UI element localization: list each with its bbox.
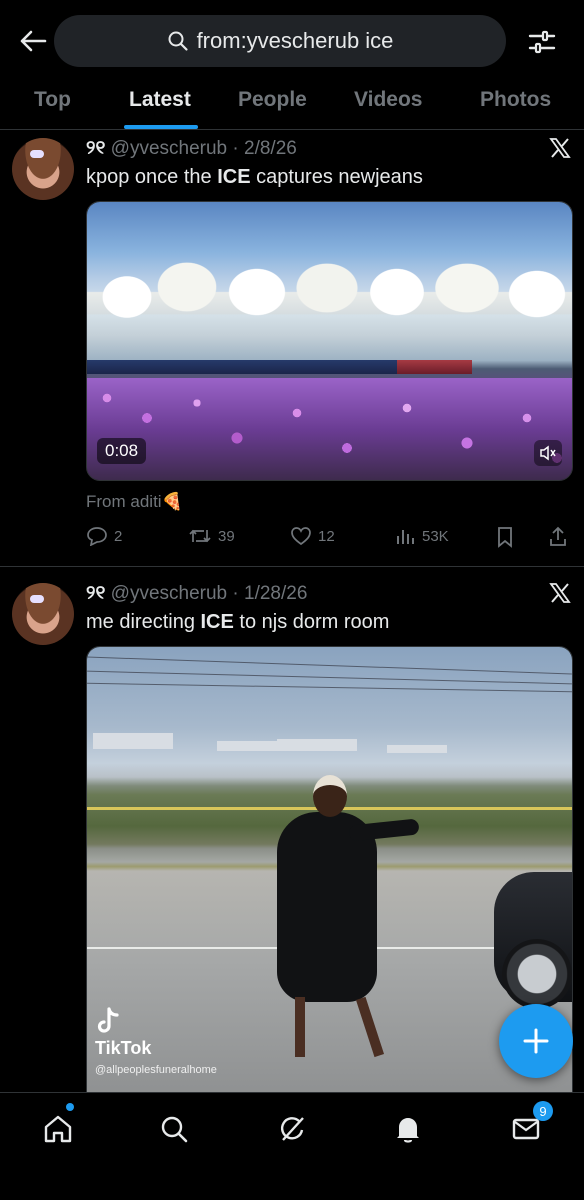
tab-people[interactable]: People bbox=[238, 88, 307, 112]
search-icon bbox=[161, 1116, 188, 1143]
media-attribution[interactable]: From aditi🍕 bbox=[86, 492, 183, 512]
tweet-divider bbox=[0, 566, 584, 567]
tweet-header: ୨୧ @yvescherub · 2/8/26 bbox=[86, 138, 297, 160]
tweet-text-highlight: ICE bbox=[217, 166, 251, 188]
tab-top[interactable]: Top bbox=[34, 88, 71, 112]
plus-icon bbox=[523, 1028, 549, 1054]
tiktok-brand: TikTok bbox=[95, 1037, 152, 1058]
handle[interactable]: @yvescherub bbox=[111, 583, 227, 604]
reply-button[interactable]: 2 bbox=[86, 526, 122, 546]
avatar[interactable] bbox=[12, 138, 74, 200]
like-count: 12 bbox=[318, 527, 335, 545]
repost-count: 39 bbox=[218, 527, 235, 545]
tab-latest[interactable]: Latest bbox=[129, 88, 191, 112]
view-count: 53K bbox=[422, 527, 449, 545]
share-icon bbox=[550, 526, 566, 546]
active-tab-indicator bbox=[124, 125, 198, 129]
arrow-left-icon bbox=[20, 30, 47, 52]
tweet-text: kpop once the ICE captures newjeans bbox=[86, 166, 423, 189]
nav-home[interactable] bbox=[40, 1111, 76, 1147]
nav-grok[interactable] bbox=[274, 1111, 310, 1147]
top-bar: from:yvescherub ice bbox=[0, 0, 584, 84]
reply-count: 2 bbox=[114, 527, 123, 545]
bookmark-icon bbox=[498, 527, 512, 548]
bottom-nav: 9 bbox=[0, 1092, 584, 1200]
views-chart-icon bbox=[397, 530, 414, 544]
notifications-icon bbox=[397, 1118, 419, 1143]
mute-button[interactable] bbox=[534, 440, 562, 466]
heart-icon bbox=[291, 527, 311, 546]
separator-dot: · bbox=[232, 583, 239, 604]
tweet[interactable]: ୨୧ @yvescherub · 1/28/26 me directing IC… bbox=[0, 575, 584, 1096]
sliders-icon bbox=[528, 30, 556, 54]
tweet[interactable]: ୨୧ @yvescherub · 2/8/26 kpop once the IC… bbox=[0, 130, 584, 566]
grok-icon bbox=[280, 1117, 304, 1141]
x-logo-icon bbox=[549, 583, 571, 603]
tiktok-handle: @allpeoplesfuneralhome bbox=[95, 1063, 217, 1076]
tweet-video[interactable]: 0:08 bbox=[86, 201, 573, 481]
repost-icon bbox=[189, 529, 211, 543]
tweet-header: ୨୧ @yvescherub · 1/28/26 bbox=[86, 583, 307, 605]
share-button[interactable] bbox=[548, 526, 568, 548]
tweet-text-part: captures newjeans bbox=[250, 166, 423, 188]
search-query: from:yvescherub ice bbox=[196, 28, 394, 53]
search-icon bbox=[168, 31, 188, 51]
tweet-text-part: to njs dorm room bbox=[233, 611, 390, 633]
repost-button[interactable]: 39 bbox=[188, 526, 235, 546]
messages-icon bbox=[512, 1118, 540, 1140]
x-logo-icon bbox=[549, 138, 571, 158]
home-unread-dot bbox=[66, 1103, 74, 1111]
bookmark-button[interactable] bbox=[496, 526, 514, 548]
messages-badge: 9 bbox=[533, 1101, 553, 1121]
back-button[interactable] bbox=[16, 24, 50, 58]
reply-icon bbox=[87, 527, 107, 546]
nav-search[interactable] bbox=[156, 1111, 192, 1147]
search-input[interactable]: from:yvescherub ice bbox=[54, 15, 506, 67]
handle[interactable]: @yvescherub bbox=[111, 138, 227, 159]
tweet-date[interactable]: 2/8/26 bbox=[244, 138, 297, 159]
tiktok-watermark: TikTok @allpeoplesfuneralhome bbox=[95, 1007, 217, 1077]
tweet-text-part: me directing bbox=[86, 611, 201, 633]
search-tabs: Top Latest People Videos Photos bbox=[0, 84, 584, 130]
home-icon bbox=[44, 1115, 72, 1143]
tweet-text-highlight: ICE bbox=[200, 611, 234, 633]
tab-photos[interactable]: Photos bbox=[480, 88, 551, 112]
display-name[interactable]: ୨୧ bbox=[86, 138, 105, 159]
views-button[interactable]: 53K bbox=[394, 526, 449, 546]
separator-dot: · bbox=[232, 138, 239, 159]
tweet-actions: 2 39 12 53K bbox=[86, 526, 574, 552]
nav-notifications[interactable] bbox=[390, 1111, 426, 1147]
video-frame bbox=[87, 202, 572, 480]
tweet-text: me directing ICE to njs dorm room bbox=[86, 611, 389, 634]
avatar[interactable] bbox=[12, 583, 74, 645]
search-filter-button[interactable] bbox=[524, 25, 560, 59]
video-duration: 0:08 bbox=[97, 438, 147, 464]
speaker-muted-icon bbox=[540, 445, 556, 461]
tweet-text-part: kpop once the bbox=[86, 166, 218, 188]
like-button[interactable]: 12 bbox=[290, 526, 335, 546]
tab-videos[interactable]: Videos bbox=[354, 88, 422, 112]
tiktok-logo-icon bbox=[97, 1007, 119, 1033]
compose-button[interactable] bbox=[499, 1004, 573, 1078]
display-name[interactable]: ୨୧ bbox=[86, 583, 105, 604]
tweet-date[interactable]: 1/28/26 bbox=[244, 583, 307, 604]
